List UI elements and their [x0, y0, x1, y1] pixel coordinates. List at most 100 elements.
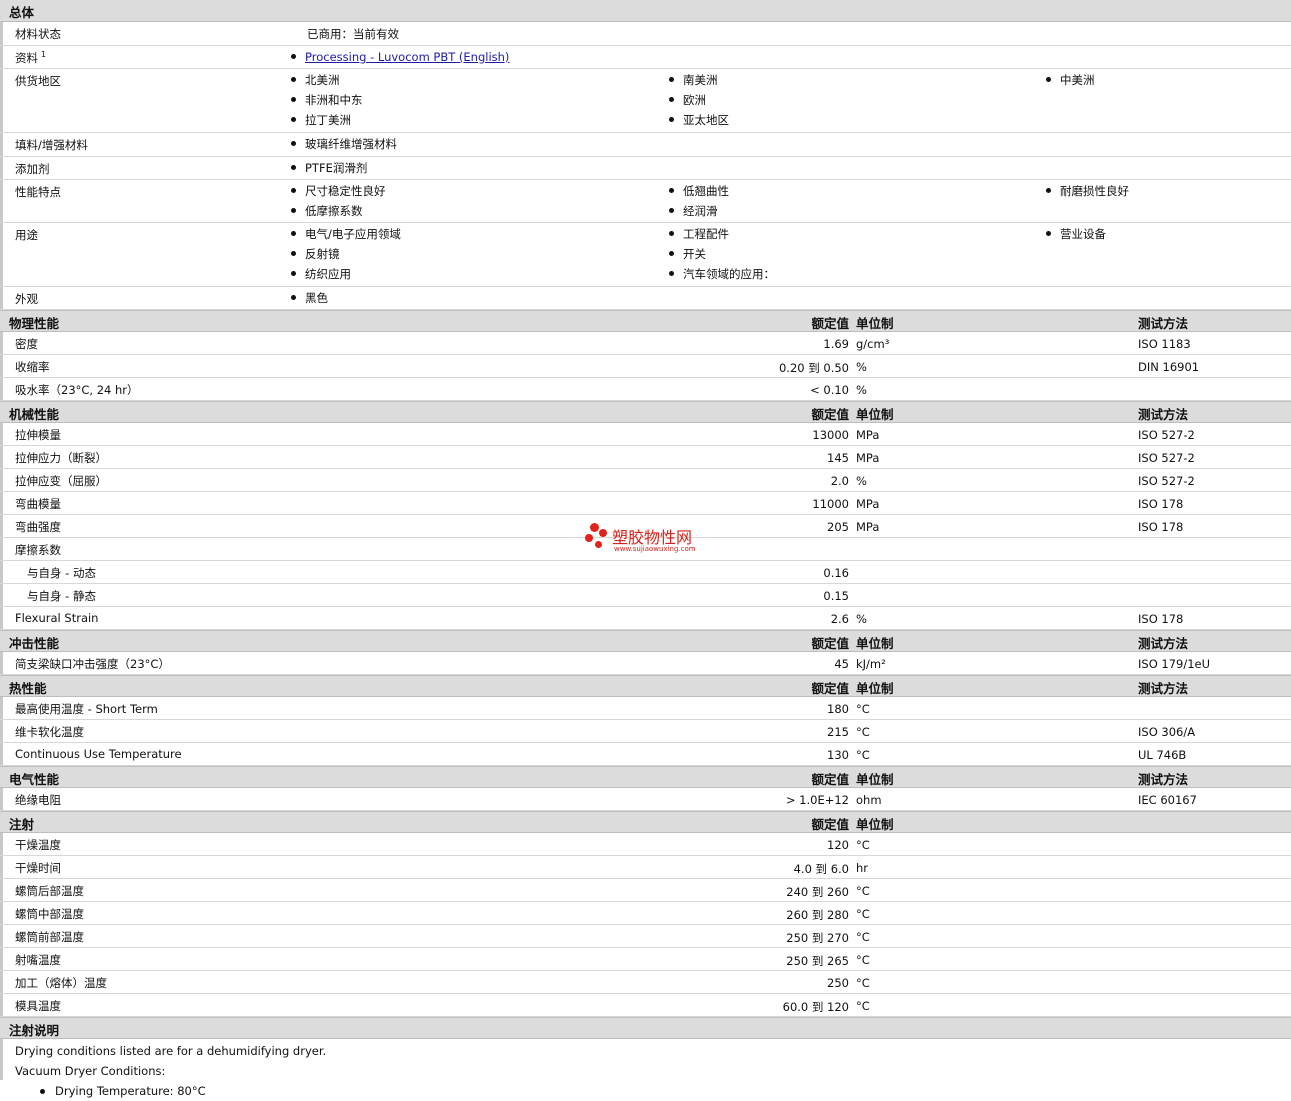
general-row-additive: 添加剂 PTFE润滑剂 [0, 157, 1291, 180]
test-method-header: 测试方法 [1138, 772, 1189, 787]
unit-header: 单位制 [856, 817, 894, 832]
property-test-method: ISO 1183 [1138, 337, 1191, 351]
availability-col-3: 中美洲 [1060, 70, 1095, 90]
unit-header: 单位制 [856, 316, 894, 331]
list-item: 玻璃纤维增强材料 [305, 134, 397, 154]
property-row: 最高使用温度 - Short Term 180 °C [0, 697, 1291, 720]
property-label: 最高使用温度 - Short Term [15, 702, 158, 716]
row-label: 外观 [15, 292, 38, 306]
property-value: 240 到 260 [786, 885, 849, 899]
property-row: 密度 1.69 g/cm³ ISO 1183 [0, 332, 1291, 355]
property-value: < 0.10 [810, 383, 849, 397]
property-test-method: ISO 527-2 [1138, 474, 1195, 488]
section-mechanical-header: 机械性能 额定值 单位制 测试方法 [0, 401, 1291, 423]
property-value: 2.6 [830, 612, 849, 626]
list-item: 电气/电子应用领域 [305, 224, 401, 244]
property-row: 射嘴温度 250 到 265 °C [0, 948, 1291, 971]
property-value: 60.0 到 120 [782, 1000, 849, 1014]
list-item: 营业设备 [1060, 224, 1106, 244]
row-label: 资料 1 [15, 50, 46, 66]
property-value: 250 [827, 976, 849, 990]
property-value: 205 [827, 520, 849, 534]
property-row: 与自身 - 动态 0.16 [0, 561, 1291, 584]
appearance-list: 黑色 [305, 288, 328, 308]
property-row: 螺筒后部温度 240 到 260 °C [0, 879, 1291, 902]
property-row: Continuous Use Temperature 130 °C UL 746B [0, 743, 1291, 766]
list-item: 南美洲 [683, 70, 729, 90]
section-title: 物理性能 [9, 316, 60, 331]
general-row-availability: 供货地区 北美洲 非洲和中东 拉丁美洲 南美洲 欧洲 亚太地区 中美洲 [0, 69, 1291, 133]
property-label: 干燥时间 [15, 861, 61, 875]
property-unit: °C [856, 930, 870, 944]
features-col-3: 耐磨损性良好 [1060, 181, 1129, 201]
nominal-header: 额定值 [811, 636, 849, 651]
property-label: 密度 [15, 337, 38, 351]
processing-doc-link[interactable]: Processing - Luvocom PBT (English) [305, 50, 509, 64]
section-general-header: 总体 [0, 0, 1291, 22]
property-test-method: ISO 527-2 [1138, 428, 1195, 442]
property-row: 加工（熔体）温度 250 °C [0, 971, 1291, 994]
general-row-features: 性能特点 尺寸稳定性良好 低摩擦系数 低翘曲性 经润滑 耐磨损性良好 [0, 180, 1291, 223]
list-item: 低摩擦系数 [305, 201, 386, 221]
nominal-header: 额定值 [811, 407, 849, 422]
row-label: 材料状态 [15, 27, 61, 41]
property-label: 射嘴温度 [15, 953, 61, 967]
property-label: Flexural Strain [15, 611, 99, 625]
property-value: 1.69 [823, 337, 849, 351]
features-col-1: 尺寸稳定性良好 低摩擦系数 [305, 181, 386, 221]
property-unit: MPa [856, 520, 880, 534]
property-label: 摩擦系数 [15, 543, 61, 557]
list-item: 欧洲 [683, 90, 729, 110]
additive-list: PTFE润滑剂 [305, 158, 367, 178]
property-label: 拉伸模量 [15, 428, 61, 442]
property-value: 45 [834, 657, 849, 671]
uses-col-3: 营业设备 [1060, 224, 1106, 244]
property-unit: ohm [856, 793, 882, 807]
impact-rows: 简支梁缺口冲击强度（23°C） 45 kJ/m² ISO 179/1eU [0, 652, 1291, 675]
property-row: 收缩率 0.20 到 0.50% DIN 16901 [0, 355, 1291, 378]
property-value: 120 [827, 838, 849, 852]
nominal-header: 额定值 [811, 817, 849, 832]
logo-dot [595, 541, 602, 548]
property-unit: °C [856, 953, 870, 967]
property-value: 2.0 [830, 474, 849, 488]
section-impact-header: 冲击性能 额定值 单位制 测试方法 [0, 630, 1291, 652]
watermark-logo: 塑胶物性网 www.sujiaowuxing.com [582, 521, 722, 557]
property-value: 11000 [812, 497, 849, 511]
uses-col-1: 电气/电子应用领域 反射镜 纺织应用 [305, 224, 401, 284]
property-unit: °C [856, 976, 870, 990]
property-row: Flexural Strain 2.6% ISO 178 [0, 607, 1291, 630]
list-item: PTFE润滑剂 [305, 158, 367, 178]
list-item: 中美洲 [1060, 70, 1095, 90]
section-injection-notes-header: 注射说明 [0, 1017, 1291, 1039]
unit-header: 单位制 [856, 772, 894, 787]
property-value: > 1.0E+12 [785, 793, 849, 807]
property-value: 250 到 270 [786, 931, 849, 945]
property-unit: °C [856, 907, 870, 921]
property-value: 250 到 265 [786, 954, 849, 968]
availability-col-1: 北美洲 非洲和中东 拉丁美洲 [305, 70, 363, 130]
material-status: 已商用：当前有效 [307, 27, 399, 41]
property-value: 215 [827, 725, 849, 739]
property-row: 简支梁缺口冲击强度（23°C） 45 kJ/m² ISO 179/1eU [0, 652, 1291, 675]
property-row: 模具温度 60.0 到 120 °C [0, 994, 1291, 1017]
test-method-header: 测试方法 [1138, 636, 1189, 651]
section-thermal-header: 热性能 额定值 单位制 测试方法 [0, 675, 1291, 697]
note-line: Vacuum Dryer Conditions: [15, 1064, 166, 1078]
section-electrical-header: 电气性能 额定值 单位制 测试方法 [0, 766, 1291, 788]
section-title: 机械性能 [9, 407, 60, 422]
property-unit: g/cm³ [856, 337, 890, 351]
list-item: 亚太地区 [683, 110, 729, 130]
general-row-appearance: 外观 黑色 [0, 287, 1291, 310]
test-method-header: 测试方法 [1138, 316, 1189, 331]
section-injection-header: 注射 额定值 单位制 [0, 811, 1291, 833]
property-test-method: ISO 179/1eU [1138, 657, 1211, 671]
row-label: 添加剂 [15, 162, 50, 176]
property-label: 收缩率 [15, 360, 50, 374]
property-row: 拉伸应力（断裂） 145 MPa ISO 527-2 [0, 446, 1291, 469]
nominal-header: 额定值 [811, 316, 849, 331]
row-label: 用途 [15, 228, 38, 242]
literature-list: Processing - Luvocom PBT (English) [305, 47, 509, 67]
logo-dot [599, 529, 607, 537]
property-row: 螺筒中部温度 260 到 280 °C [0, 902, 1291, 925]
